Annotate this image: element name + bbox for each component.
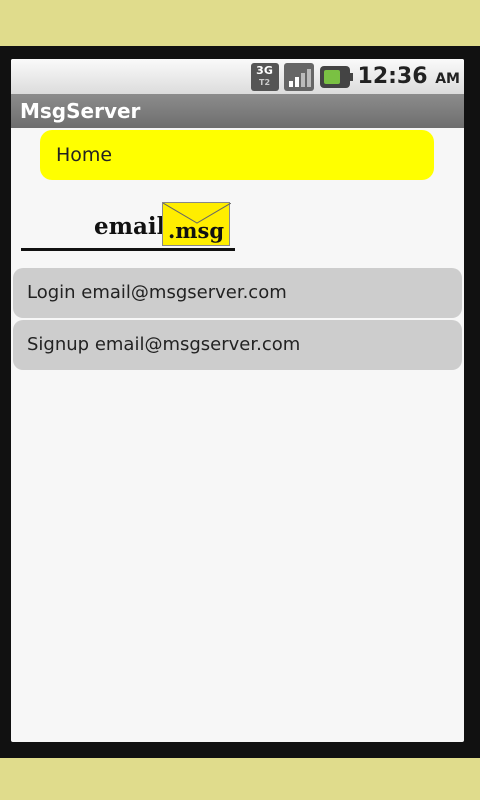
login-label: Login email@msgserver.com	[27, 282, 287, 303]
app-title-bar: MsgServer	[11, 94, 464, 128]
home-button[interactable]: Home	[40, 130, 434, 180]
clock-ampm: AM	[435, 71, 460, 87]
logo-prefix: email	[94, 213, 166, 240]
network-3g-icon: 3G T2	[250, 62, 279, 91]
status-bar: 3G T2 12:36 AM	[11, 59, 464, 94]
signup-list-item[interactable]: Signup email@msgserver.com	[13, 320, 462, 370]
device-screen: 3G T2 12:36 AM MsgServer Home email .msg…	[11, 59, 464, 742]
login-list-item[interactable]: Login email@msgserver.com	[13, 268, 462, 318]
envelope-icon: .msg	[162, 202, 231, 246]
logo-underline	[21, 248, 235, 251]
network-type: 3G	[256, 63, 273, 77]
app-title: MsgServer	[20, 99, 141, 123]
email-msg-logo: email .msg	[19, 199, 237, 253]
clock-time: 12:36	[357, 64, 428, 89]
logo-suffix: .msg	[167, 218, 225, 243]
status-clock: 12:36 AM	[358, 64, 460, 89]
battery-icon	[319, 65, 353, 88]
network-subtype: T2	[259, 77, 271, 87]
signup-label: Signup email@msgserver.com	[27, 334, 301, 355]
status-icons: 3G T2 12:36 AM	[250, 59, 464, 94]
signal-strength-icon	[283, 62, 314, 91]
home-button-label: Home	[56, 144, 113, 166]
